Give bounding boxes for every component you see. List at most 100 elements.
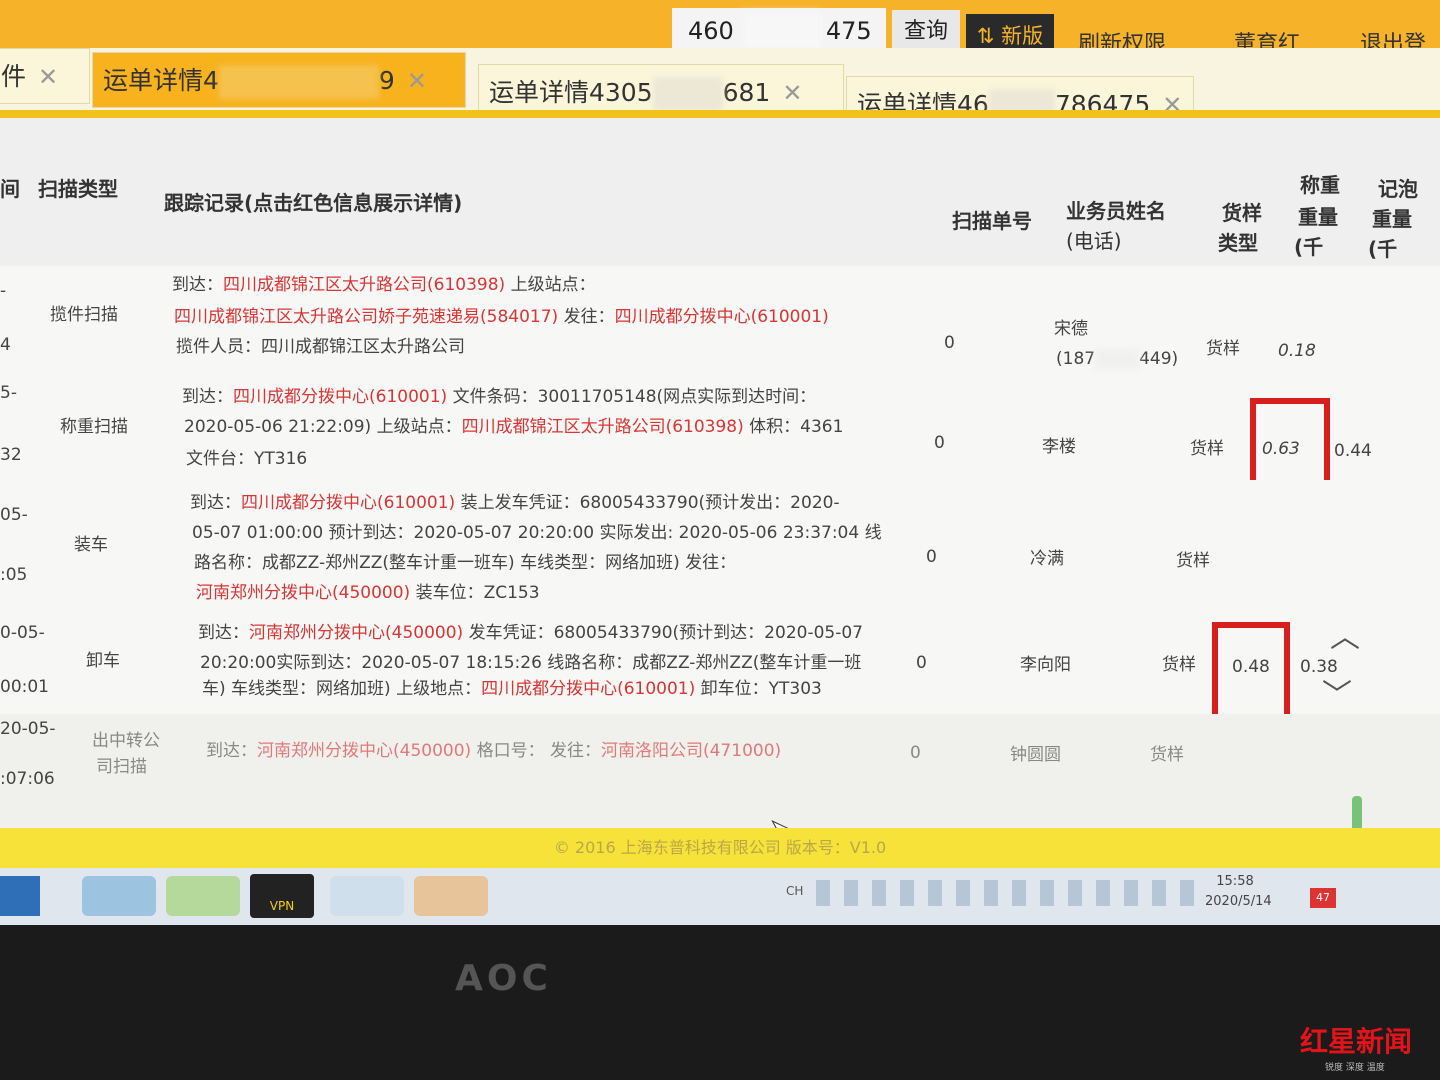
table-row[interactable]: 20-05- :07:06 出中转公 司扫描 到达：河南郑州分拨中心(45000… [0, 714, 1440, 829]
staff-name: 李向阳 [1020, 655, 1071, 675]
close-icon[interactable]: ✕ [38, 63, 58, 91]
trace-line: 到达：河南郑州分拨中心(450000) 格口号： 发往：河南洛阳公司(47100… [206, 741, 782, 761]
scroll-up-icon[interactable]: ︿ [1330, 612, 1360, 656]
wps-icon[interactable] [0, 876, 40, 916]
language-indicator[interactable]: CH [786, 884, 803, 898]
app-screen: 460475 查询 ⇅ 新版 刷新权限 董育红 退出登录 件✕ 运单详情49✕ … [0, 0, 1440, 925]
table-row[interactable]: 5- 32 称重扫描 到达：四川成都分拨中心(610001) 文件条码：3001… [0, 374, 1440, 481]
table-header: 间 扫描类型 跟踪记录(点击红色信息展示详情) 扫描单号 业务员姓名 (电话) … [0, 118, 1440, 291]
redaction-blur [742, 12, 822, 50]
col-staff: 业务员姓名 [1066, 199, 1166, 223]
weather-icon[interactable] [414, 876, 488, 916]
scan-time: 20-05- [0, 719, 56, 739]
scan-time-2: 00:01 [0, 677, 49, 697]
scan-time-2: :07:06 [0, 769, 55, 789]
scan-time: - [0, 281, 7, 301]
highlight-box [1212, 622, 1290, 720]
scan-type: 称重扫描 [60, 417, 128, 437]
monitor-bezel: AOC 红星新闻 锐度 深度 温度 [0, 925, 1440, 1080]
goods-type: 货样 [1162, 655, 1196, 675]
trace-line: 到达：四川成都分拨中心(610001) 文件条码：30011705148(网点实… [182, 387, 817, 407]
scan-time: 5- [0, 383, 17, 403]
site-link[interactable]: 四川成都锦江区太升路公司(610398) [223, 275, 505, 295]
scan-time-2: :05 [0, 565, 28, 585]
staff-phone: (187 449) [1056, 349, 1179, 369]
taskbar: VPN CH 15:58 2020/5/14 47 [0, 868, 1440, 925]
trace-line: 到达：四川成都分拨中心(610001) 装上发车凭证：68005433790(预… [190, 493, 840, 513]
trace-line: 到达：河南郑州分拨中心(450000) 发车凭证：68005433790(预计到… [198, 623, 863, 643]
goods-type: 货样 [1176, 551, 1210, 571]
trace-line: 路名称：成都ZZ-郑州ZZ(整车计重一班车) 车线类型：网络加班) 发往： [194, 553, 737, 573]
scan-no: 0 [934, 433, 945, 453]
watermark-slogan: 锐度 深度 温度 [1325, 1063, 1385, 1073]
watermark-logo: 红星新闻 [1300, 1025, 1413, 1058]
taskbar-clock: 15:58 2020/5/14 [1205, 874, 1272, 909]
col-vol: 记泡 [1378, 177, 1418, 201]
trace-line: 文件台：YT316 [186, 449, 308, 469]
col-staff-sub: (电话) [1066, 229, 1122, 253]
scan-type: 揽件扫描 [50, 305, 118, 325]
scan-type-2: 司扫描 [96, 757, 147, 777]
wechat-icon[interactable] [166, 876, 240, 916]
trace-line: 车) 车线类型：网络加班) 上级地点：四川成都分拨中心(610001) 卸车位：… [202, 679, 822, 699]
scan-type: 卸车 [86, 651, 120, 671]
scan-no: 0 [944, 333, 955, 353]
site-link[interactable]: 河南郑州分拨中心(450000) [196, 583, 410, 603]
vol-weight: 0.44 [1334, 441, 1372, 461]
tab-item-active[interactable]: 运单详情4 9 ✕ [92, 52, 466, 108]
scan-no: 0 [926, 547, 937, 567]
scan-time: 0-05- [0, 623, 45, 643]
site-link[interactable]: 四川成都锦江区太升路公司(610398) [462, 417, 744, 437]
goods-type: 货样 [1190, 439, 1224, 459]
close-icon[interactable]: ✕ [782, 79, 802, 107]
staff-name: 宋德 [1054, 319, 1088, 339]
table-row[interactable]: 05- :05 装车 到达：四川成都分拨中心(610001) 装上发车凭证：68… [0, 480, 1440, 611]
site-link[interactable]: 四川成都分拨中心(610001) [241, 493, 455, 513]
trace-line: 揽件人员：四川成都锦江区太升路公司 [176, 337, 465, 357]
trace-line: 2020-05-06 21:22:09) 上级站点：四川成都锦江区太升路公司(6… [184, 417, 844, 437]
col-weigh: 称重 [1300, 173, 1340, 197]
site-link[interactable]: 河南郑州分拨中心(450000) [257, 741, 471, 761]
window-icon[interactable] [330, 876, 404, 916]
col-scan-type: 扫描类型 [38, 177, 118, 201]
notification-badge[interactable]: 47 [1310, 888, 1336, 908]
site-link[interactable]: 四川成都分拨中心(610001) [233, 387, 447, 407]
tray-icons[interactable] [816, 880, 1196, 906]
footer-copyright: © 2016 上海东普科技有限公司 版本号：V1.0 [0, 828, 1440, 868]
app-icon[interactable] [82, 876, 156, 916]
tab-item[interactable]: 件 ✕ [0, 48, 90, 104]
col-vol-2: 重量 [1372, 207, 1412, 231]
table-row[interactable]: - 4 揽件扫描 到达：四川成都锦江区太升路公司(610398) 上级站点： 四… [0, 266, 1440, 375]
col-goods-type-2: 类型 [1218, 231, 1258, 255]
col-weigh-3: (千 [1294, 235, 1324, 259]
col-trace: 跟踪记录(点击红色信息展示详情) [164, 191, 463, 215]
scan-no: 0 [910, 743, 921, 763]
col-scan-no: 扫描单号 [952, 209, 1032, 233]
site-link[interactable]: 四川成都分拨中心(610001) [615, 307, 829, 327]
trace-line: 河南郑州分拨中心(450000) 装车位：ZC153 [196, 583, 540, 603]
col-weigh-2: 重量 [1298, 205, 1338, 229]
col-vol-3: (千 [1368, 237, 1398, 261]
site-link[interactable]: 四川成都锦江区太升路公司娇子苑速递易(584017) [174, 307, 558, 327]
site-link[interactable]: 河南洛阳公司(471000) [601, 741, 781, 761]
redaction-blur [218, 65, 379, 99]
scroll-down-icon[interactable]: ﹀ [1322, 670, 1352, 714]
scan-time-2: 32 [0, 445, 22, 465]
scan-time: 05- [0, 505, 28, 525]
trace-line: 到达：四川成都锦江区太升路公司(610398) 上级站点： [172, 275, 596, 295]
site-link[interactable]: 河南郑州分拨中心(450000) [249, 623, 463, 643]
scan-type: 装车 [74, 535, 108, 555]
goods-type: 货样 [1206, 339, 1240, 359]
close-icon[interactable]: ✕ [407, 67, 427, 95]
vpn-icon[interactable]: VPN [250, 874, 314, 918]
monitor-brand: AOC [455, 958, 552, 999]
col-goods-type: 货样 [1222, 201, 1262, 225]
staff-name: 李楼 [1042, 437, 1076, 457]
staff-name: 冷满 [1030, 549, 1064, 569]
goods-type: 货样 [1150, 745, 1184, 765]
tab-divider [0, 110, 1440, 118]
redaction-blur [652, 77, 723, 111]
site-link[interactable]: 四川成都分拨中心(610001) [481, 679, 695, 699]
weigh-weight: 0.18 [1278, 341, 1316, 361]
scan-time-2: 4 [0, 335, 11, 355]
